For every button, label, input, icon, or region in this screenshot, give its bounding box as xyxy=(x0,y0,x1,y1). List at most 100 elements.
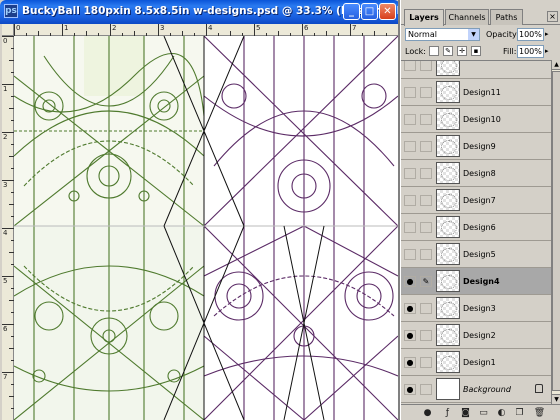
layer-name[interactable]: Design6 xyxy=(463,223,496,232)
layer-name[interactable]: Design1 xyxy=(463,358,496,367)
layer-thumbnail[interactable] xyxy=(436,324,460,346)
layer-thumbnail[interactable] xyxy=(436,270,460,292)
layer-link-icon[interactable] xyxy=(420,222,432,233)
layer-name[interactable]: Design7 xyxy=(463,196,496,205)
layer-name[interactable]: Design4 xyxy=(463,277,500,286)
eye-visibility-icon[interactable] xyxy=(404,61,416,71)
layer-link-icon[interactable] xyxy=(420,114,432,125)
layer-style-icon[interactable]: ƒ xyxy=(441,407,454,419)
eye-visibility-icon[interactable] xyxy=(404,141,416,152)
layer-link-icon[interactable] xyxy=(420,249,432,260)
eye-visibility-icon[interactable] xyxy=(404,168,416,179)
layer-link-icon[interactable] xyxy=(420,384,432,395)
new-set-icon[interactable]: ▭ xyxy=(477,407,490,419)
eye-visibility-icon[interactable]: ● xyxy=(404,330,416,341)
layer-thumbnail[interactable] xyxy=(436,81,460,103)
palette-close-icon[interactable]: × xyxy=(547,11,558,22)
scroll-down-icon[interactable]: ▼ xyxy=(552,394,560,404)
opacity-slider-arrow-icon[interactable]: ▸ xyxy=(545,30,549,38)
layer-row[interactable]: Design8 xyxy=(401,160,551,187)
layer-name[interactable]: Design8 xyxy=(463,169,496,178)
layer-row[interactable]: Design10 xyxy=(401,106,551,133)
link-layers-icon[interactable]: ● xyxy=(421,407,434,419)
photoshop-document-icon[interactable]: ps xyxy=(4,4,18,18)
opacity-input[interactable]: 100% xyxy=(517,28,544,41)
layer-thumbnail[interactable] xyxy=(436,216,460,238)
layer-link-icon[interactable] xyxy=(420,330,432,341)
layer-list-scrollbar[interactable]: ▲ ▼ xyxy=(551,60,560,404)
layer-thumbnail[interactable] xyxy=(436,61,460,76)
layer-name[interactable]: Design10 xyxy=(463,115,501,124)
fill-slider-arrow-icon[interactable]: ▸ xyxy=(545,47,549,55)
trash-icon[interactable]: 🗑 xyxy=(533,407,546,419)
vertical-ruler[interactable]: 012345678 xyxy=(2,36,14,420)
lock-all-icon[interactable]: ▪ xyxy=(471,46,481,56)
layer-row[interactable]: Design6 xyxy=(401,214,551,241)
layer-row[interactable]: ● Design2 xyxy=(401,322,551,349)
tab-layers[interactable]: Layers xyxy=(404,9,444,26)
layer-thumbnail[interactable] xyxy=(436,297,460,319)
layer-name[interactable]: Design11 xyxy=(463,88,501,97)
paintbrush-icon[interactable]: ✎ xyxy=(420,276,432,287)
adjustment-layer-icon[interactable]: ◐ xyxy=(495,407,508,419)
layer-name[interactable]: Background xyxy=(463,385,511,394)
eye-visibility-icon[interactable] xyxy=(404,222,416,233)
layer-name[interactable]: Design5 xyxy=(463,250,496,259)
layer-row[interactable]: Design11 xyxy=(401,79,551,106)
layer-row[interactable]: Design5 xyxy=(401,241,551,268)
blend-mode-select[interactable]: Normal ▼ xyxy=(405,28,480,41)
lock-transparency-icon[interactable] xyxy=(429,46,439,56)
layer-link-icon[interactable] xyxy=(420,303,432,314)
layer-row[interactable] xyxy=(401,61,551,79)
layer-row[interactable]: Design9 xyxy=(401,133,551,160)
tab-paths[interactable]: Paths xyxy=(490,9,523,25)
lock-image-icon[interactable]: ✎ xyxy=(443,46,453,56)
lock-position-icon[interactable]: ✛ xyxy=(457,46,467,56)
eye-visibility-icon[interactable]: ● xyxy=(404,384,416,395)
layer-thumbnail[interactable] xyxy=(436,108,460,130)
layer-name[interactable]: Design9 xyxy=(463,142,496,151)
layer-link-icon[interactable] xyxy=(420,195,432,206)
eye-visibility-icon[interactable] xyxy=(404,87,416,98)
new-layer-icon[interactable]: ❐ xyxy=(513,407,526,419)
layer-name[interactable]: Design3 xyxy=(463,304,496,313)
layer-name[interactable]: Design2 xyxy=(463,331,496,340)
scroll-thumb[interactable] xyxy=(552,71,560,391)
tab-channels[interactable]: Channels xyxy=(445,9,489,25)
eye-visibility-icon[interactable] xyxy=(404,114,416,125)
layer-link-icon[interactable] xyxy=(420,168,432,179)
layer-link-icon[interactable] xyxy=(420,87,432,98)
layer-thumbnail[interactable] xyxy=(436,351,460,373)
layer-link-icon[interactable] xyxy=(420,141,432,152)
eye-visibility-icon[interactable] xyxy=(404,249,416,260)
eye-visibility-icon[interactable] xyxy=(404,195,416,206)
layer-link-icon[interactable] xyxy=(420,61,432,71)
layer-thumbnail[interactable] xyxy=(436,162,460,184)
layer-link-icon[interactable] xyxy=(420,357,432,368)
layer-row[interactable]: ● Design3 xyxy=(401,295,551,322)
fill-input[interactable]: 100% xyxy=(517,45,544,58)
eye-visibility-icon[interactable]: ● xyxy=(404,357,416,368)
ruler-label: 7 xyxy=(352,24,357,32)
document-title-bar[interactable]: ps BuckyBall 180pxin 8.5x8.5in w-designs… xyxy=(0,0,426,24)
layer-thumbnail[interactable] xyxy=(436,243,460,265)
layer-mask-icon[interactable]: ◙ xyxy=(459,407,472,419)
layer-row[interactable]: Design7 xyxy=(401,187,551,214)
horizontal-ruler[interactable]: 012345678 xyxy=(14,24,404,36)
layer-row[interactable]: ● ✎ Design4 xyxy=(401,268,551,295)
eye-visibility-icon[interactable]: ● xyxy=(404,303,416,314)
image-canvas[interactable] xyxy=(14,36,398,420)
close-button[interactable]: ✕ xyxy=(379,3,396,20)
layer-thumbnail[interactable] xyxy=(436,378,460,400)
scroll-up-icon[interactable]: ▲ xyxy=(552,60,560,70)
layer-thumbnail[interactable] xyxy=(436,189,460,211)
minimize-button[interactable]: _ xyxy=(343,3,360,20)
layer-thumbnail[interactable] xyxy=(436,135,460,157)
ruler-origin[interactable] xyxy=(2,24,14,36)
chevron-down-icon[interactable]: ▼ xyxy=(468,29,479,40)
layer-row[interactable]: ● Background xyxy=(401,376,551,403)
eye-visibility-icon[interactable]: ● xyxy=(404,276,416,287)
layer-row[interactable]: ● Design1 xyxy=(401,349,551,376)
maximize-button[interactable]: □ xyxy=(361,3,378,20)
horizontal-ruler-ticks xyxy=(14,24,399,36)
